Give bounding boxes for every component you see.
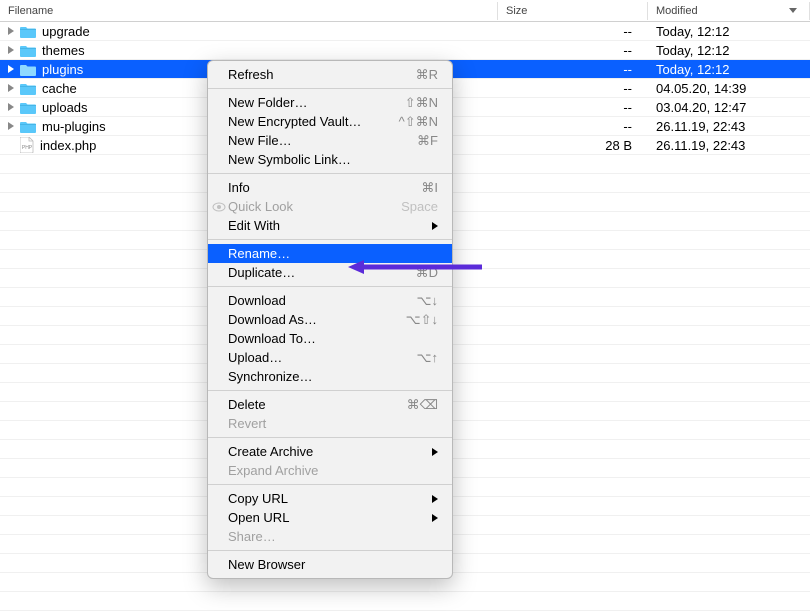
- filename-label: index.php: [40, 138, 96, 153]
- sort-indicator-icon: [789, 8, 797, 13]
- cell-modified: Today, 12:12: [648, 22, 810, 40]
- menu-expand-archive: Expand Archive: [208, 461, 452, 480]
- cell-size: --: [498, 98, 648, 116]
- menu-delete[interactable]: Delete ⌘⌫: [208, 395, 452, 414]
- submenu-arrow-icon: [432, 222, 438, 230]
- folder-icon: [20, 25, 36, 38]
- column-modified-label: Modified: [656, 5, 698, 17]
- menu-info[interactable]: Info ⌘I: [208, 178, 452, 197]
- cell-modified: 26.11.19, 22:43: [648, 117, 810, 135]
- menu-new-vault[interactable]: New Encrypted Vault… ^⇧⌘N: [208, 112, 452, 131]
- menu-edit-with[interactable]: Edit With: [208, 216, 452, 235]
- menu-separator: [208, 88, 452, 89]
- filename-label: themes: [42, 43, 85, 58]
- eye-icon: [212, 202, 226, 212]
- cell-modified: 04.05.20, 14:39: [648, 79, 810, 97]
- folder-icon: [20, 101, 36, 114]
- menu-separator: [208, 173, 452, 174]
- column-filename[interactable]: Filename: [0, 2, 498, 20]
- menu-revert: Revert: [208, 414, 452, 433]
- menu-separator: [208, 550, 452, 551]
- cell-size: --: [498, 22, 648, 40]
- disclosure-triangle-icon[interactable]: [8, 122, 14, 130]
- menu-new-file[interactable]: New File… ⌘F: [208, 131, 452, 150]
- disclosure-triangle-icon[interactable]: [8, 65, 14, 73]
- cell-size: --: [498, 117, 648, 135]
- svg-text:PHP: PHP: [22, 145, 33, 151]
- cell-modified: 03.04.20, 12:47: [648, 98, 810, 116]
- menu-new-symlink[interactable]: New Symbolic Link…: [208, 150, 452, 169]
- cell-modified: Today, 12:12: [648, 41, 810, 59]
- menu-separator: [208, 390, 452, 391]
- folder-icon: [20, 63, 36, 76]
- disclosure-triangle-icon[interactable]: [8, 46, 14, 54]
- cell-size: --: [498, 60, 648, 78]
- cell-modified: Today, 12:12: [648, 60, 810, 78]
- cell-size: --: [498, 79, 648, 97]
- submenu-arrow-icon: [432, 514, 438, 522]
- folder-icon: [20, 120, 36, 133]
- submenu-arrow-icon: [432, 495, 438, 503]
- menu-refresh[interactable]: Refresh ⌘R: [208, 65, 452, 84]
- filename-label: uploads: [42, 100, 88, 115]
- context-menu: Refresh ⌘R New Folder… ⇧⌘N New Encrypted…: [207, 60, 453, 579]
- menu-share: Share…: [208, 527, 452, 546]
- menu-separator: [208, 239, 452, 240]
- menu-copy-url[interactable]: Copy URL: [208, 489, 452, 508]
- menu-quick-look: Quick Look Space: [208, 197, 452, 216]
- menu-new-browser[interactable]: New Browser: [208, 555, 452, 574]
- menu-download[interactable]: Download ⌥↓: [208, 291, 452, 310]
- disclosure-triangle-icon[interactable]: [8, 27, 14, 35]
- menu-synchronize[interactable]: Synchronize…: [208, 367, 452, 386]
- menu-open-url[interactable]: Open URL: [208, 508, 452, 527]
- menu-duplicate[interactable]: Duplicate… ⌘D: [208, 263, 452, 282]
- column-size[interactable]: Size: [498, 2, 648, 20]
- filename-label: plugins: [42, 62, 83, 77]
- menu-separator: [208, 286, 452, 287]
- table-row[interactable]: themes --Today, 12:12: [0, 41, 810, 60]
- cell-modified: 26.11.19, 22:43: [648, 136, 810, 154]
- filename-label: cache: [42, 81, 77, 96]
- menu-separator: [208, 437, 452, 438]
- column-modified[interactable]: Modified: [648, 2, 810, 20]
- cell-size: --: [498, 41, 648, 59]
- filename-label: upgrade: [42, 24, 90, 39]
- column-filename-label: Filename: [8, 5, 53, 17]
- disclosure-triangle-icon[interactable]: [8, 84, 14, 92]
- submenu-arrow-icon: [432, 448, 438, 456]
- menu-upload[interactable]: Upload… ⌥↑: [208, 348, 452, 367]
- disclosure-triangle-icon[interactable]: [8, 103, 14, 111]
- menu-separator: [208, 484, 452, 485]
- menu-download-as[interactable]: Download As… ⌥⇧↓: [208, 310, 452, 329]
- folder-icon: [20, 82, 36, 95]
- menu-rename[interactable]: Rename…: [208, 244, 452, 263]
- filename-label: mu-plugins: [42, 119, 106, 134]
- menu-download-to[interactable]: Download To…: [208, 329, 452, 348]
- column-size-label: Size: [506, 5, 527, 17]
- cell-filename: upgrade: [0, 22, 498, 40]
- column-header: Filename Size Modified: [0, 0, 810, 22]
- menu-create-archive[interactable]: Create Archive: [208, 442, 452, 461]
- cell-size: 28 B: [498, 136, 648, 154]
- folder-icon: [20, 44, 36, 57]
- menu-new-folder[interactable]: New Folder… ⇧⌘N: [208, 93, 452, 112]
- file-icon: PHP: [20, 137, 34, 153]
- cell-filename: themes: [0, 41, 498, 59]
- table-row[interactable]: upgrade --Today, 12:12: [0, 22, 810, 41]
